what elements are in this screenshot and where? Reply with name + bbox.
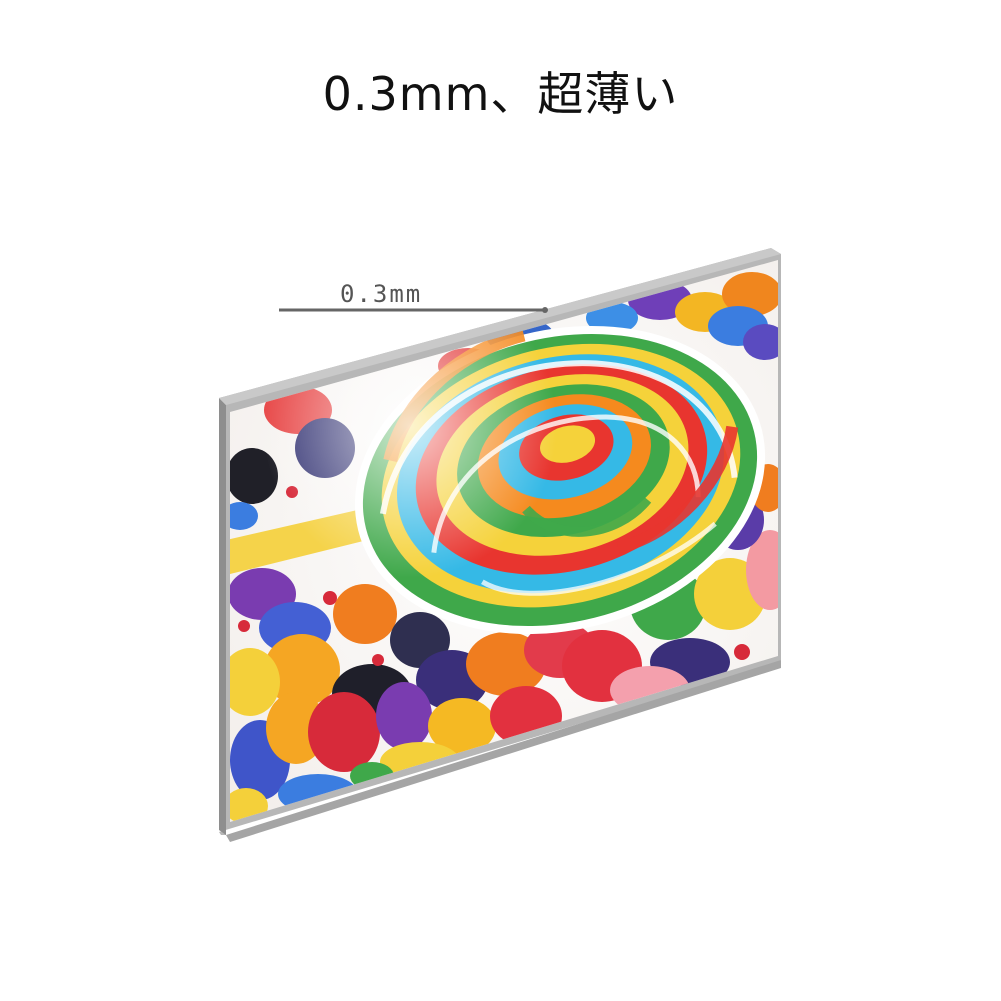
product-slide: 0.3mm、超薄い 0.3mm: [0, 0, 1001, 1001]
thickness-label: 0.3mm: [340, 280, 422, 308]
measure-dot: [542, 307, 548, 313]
thickness-callout: 0.3mm: [279, 280, 548, 313]
thin-screen-illustration: 0.3mm: [219, 248, 781, 842]
